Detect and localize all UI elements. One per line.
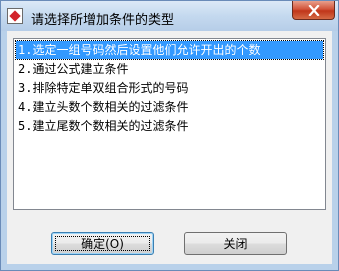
window-title: 请选择所增加条件的类型 (31, 13, 175, 28)
list-item[interactable]: 2.通过公式建立条件 (16, 60, 128, 78)
dialog-window: 请选择所增加条件的类型 1.选定一组号码然后设置他们允许开出的个数 2.通过公式… (0, 0, 339, 271)
app-icon (7, 8, 23, 24)
list-item[interactable]: 5.建立尾数个数相关的过滤条件 (16, 117, 188, 135)
close-icon (307, 4, 320, 16)
ok-button[interactable]: 确定(O) (51, 232, 154, 255)
close-button[interactable]: 关闭 (184, 232, 287, 255)
list-item[interactable]: 4.建立头数个数相关的过滤条件 (16, 98, 188, 116)
close-button-label: 关闭 (223, 237, 248, 251)
list-item[interactable]: 3.排除特定单双组合形式的号码 (16, 79, 188, 97)
title-bar[interactable]: 请选择所增加条件的类型 (1, 1, 338, 31)
window-close-button[interactable] (292, 1, 335, 20)
list-item[interactable]: 1.选定一组号码然后设置他们允许开出的个数 (15, 40, 324, 60)
condition-type-list[interactable]: 1.选定一组号码然后设置他们允许开出的个数 2.通过公式建立条件 3.排除特定单… (13, 38, 326, 210)
dialog-content: 1.选定一组号码然后设置他们允许开出的个数 2.通过公式建立条件 3.排除特定单… (7, 31, 332, 264)
